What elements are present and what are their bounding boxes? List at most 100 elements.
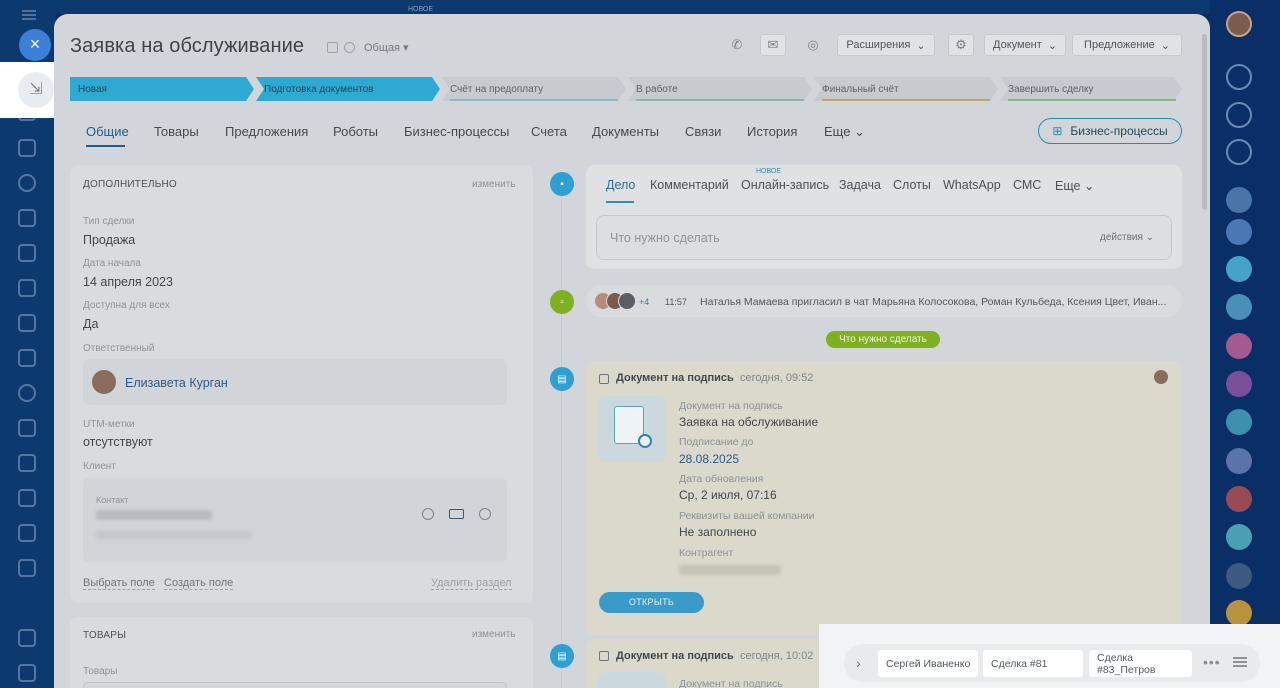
chat-avatar[interactable] <box>1226 333 1252 359</box>
chat-avatar[interactable] <box>1226 294 1252 320</box>
pen-icon[interactable] <box>18 244 36 262</box>
tab-invoices[interactable]: Счета <box>531 124 567 139</box>
activity-tab-booking[interactable]: Онлайн-запись <box>741 178 829 192</box>
tab-proposals[interactable]: Предложения <box>225 124 308 139</box>
more-icon[interactable]: ••• <box>1203 654 1221 670</box>
chat-avatar[interactable] <box>1226 486 1252 512</box>
contact-name-blurred[interactable] <box>96 510 212 520</box>
close-slider-button[interactable]: × <box>19 29 51 61</box>
menu-icon[interactable] <box>22 14 36 16</box>
stage-prepay[interactable]: Счёт на предоплату <box>442 77 626 101</box>
active-tab-underline <box>86 145 125 147</box>
chat-avatar[interactable] <box>1226 409 1252 435</box>
calendar-icon[interactable] <box>18 314 36 332</box>
activity-tab-whatsapp[interactable]: WhatsApp <box>943 178 1001 192</box>
extensions-button[interactable]: Расширения ⌄ <box>837 34 935 56</box>
stage-new[interactable]: Новая <box>70 77 254 101</box>
link-icon[interactable] <box>344 42 355 53</box>
chevron-right-icon[interactable]: › <box>856 655 861 671</box>
create-field-link[interactable]: Создать поле <box>164 577 234 590</box>
card-icon[interactable] <box>18 349 36 367</box>
star-icon[interactable] <box>18 559 36 577</box>
complete-checkbox[interactable] <box>599 374 609 384</box>
chat-avatar[interactable] <box>1226 219 1252 245</box>
avatar[interactable] <box>92 370 116 394</box>
tab-links[interactable]: Связи <box>685 124 721 139</box>
chat-avatar[interactable] <box>1226 371 1252 397</box>
list-icon[interactable] <box>18 489 36 507</box>
open-button[interactable]: ОТКРЫТЬ <box>599 592 704 613</box>
mail-button-icon[interactable]: ✉ <box>760 34 786 56</box>
settings-icon[interactable] <box>18 629 36 647</box>
user-avatar[interactable] <box>1226 11 1252 37</box>
activity-tab-slots[interactable]: Слоты <box>893 178 931 192</box>
edit-title-icon[interactable] <box>327 42 338 53</box>
mail-icon[interactable] <box>18 454 36 472</box>
globe-icon[interactable] <box>18 174 36 192</box>
filter-icon[interactable] <box>18 419 36 437</box>
target-icon[interactable] <box>1226 102 1252 128</box>
list-icon[interactable] <box>1233 657 1247 667</box>
select-field-link[interactable]: Выбрать поле <box>83 577 155 590</box>
apps-icon[interactable] <box>18 664 36 682</box>
activity-tab-comment[interactable]: Комментарий <box>650 178 729 192</box>
magnifier-icon <box>638 434 652 448</box>
edit-section-link[interactable]: изменить <box>472 179 516 190</box>
stage-docs[interactable]: Подготовка документов <box>256 77 440 101</box>
scrollbar[interactable] <box>1202 34 1207 210</box>
sign-date[interactable]: 28.08.2025 <box>679 452 739 466</box>
stage-in-work[interactable]: В работе <box>628 77 812 101</box>
task-item[interactable]: Сергей Иваненко <box>878 650 978 677</box>
tab-business-processes[interactable]: Бизнес-процессы <box>404 124 509 139</box>
actions-label: действия <box>1100 232 1143 243</box>
task-item[interactable]: Сделка #83_Петров <box>1089 650 1192 677</box>
chat-avatar[interactable] <box>1226 256 1252 282</box>
chat-icon[interactable] <box>479 508 491 520</box>
proposal-button[interactable]: Предложение ⌄ <box>1072 34 1182 56</box>
contact-email-blurred <box>96 531 252 539</box>
edit-section-link[interactable]: изменить <box>472 629 516 640</box>
document-icon[interactable] <box>18 209 36 227</box>
chat-avatar[interactable] <box>1226 600 1252 626</box>
chat-avatar[interactable] <box>1226 563 1252 589</box>
task-item[interactable]: Сделка #81 <box>983 650 1083 677</box>
checkbox-icon[interactable] <box>18 279 36 297</box>
document-button[interactable]: Документ ⌄ <box>984 34 1066 56</box>
activity-tab-task[interactable]: Задача <box>839 178 881 192</box>
actions-dropdown[interactable]: действия ⌄ <box>1100 232 1154 243</box>
phone-icon[interactable]: ✆ <box>724 34 750 56</box>
responsible-name-link[interactable]: Елизавета Курган <box>125 376 228 390</box>
activity-tab-sms[interactable]: СМС <box>1013 178 1041 192</box>
tab-robots[interactable]: Роботы <box>333 124 378 139</box>
chat-button-icon[interactable]: ◎ <box>800 34 826 56</box>
business-processes-button[interactable]: ⊞ Бизнес-процессы <box>1038 118 1182 144</box>
tab-history[interactable]: История <box>747 124 797 139</box>
chat-icon[interactable] <box>18 139 36 157</box>
tab-more[interactable]: Еще ⌄ <box>824 124 865 140</box>
chat-avatar[interactable] <box>1226 524 1252 550</box>
activity-tab-todo[interactable]: Дело <box>606 178 635 192</box>
products-field[interactable] <box>83 682 507 688</box>
category-selector[interactable]: Общая ▾ <box>364 41 409 54</box>
robot-icon[interactable] <box>18 384 36 402</box>
document-timeline-icon: ▤ <box>550 367 574 391</box>
phone-icon[interactable] <box>422 508 434 520</box>
stage-final-invoice[interactable]: Финальный счёт <box>814 77 998 101</box>
tab-general[interactable]: Общие <box>86 124 129 139</box>
tab-products[interactable]: Товары <box>154 124 199 139</box>
chat-avatar[interactable] <box>1226 448 1252 474</box>
complete-checkbox[interactable] <box>599 651 609 661</box>
stage-close-deal[interactable]: Завершить сделку <box>1000 77 1182 101</box>
delete-section-link[interactable]: Удалить раздел <box>431 577 512 590</box>
participants-count: +4 <box>639 297 650 307</box>
activity-tab-more[interactable]: Еще ⌄ <box>1055 178 1094 193</box>
bell-icon[interactable] <box>1226 64 1252 90</box>
search-icon[interactable] <box>1226 139 1252 165</box>
gear-icon[interactable]: ⚙ <box>948 34 974 56</box>
mail-icon[interactable] <box>449 509 464 519</box>
tab-documents[interactable]: Документы <box>592 124 659 139</box>
contact-label: Контакт <box>96 495 129 505</box>
document-icon <box>598 672 666 688</box>
grid-icon[interactable] <box>18 524 36 542</box>
chat-avatar[interactable] <box>1226 187 1252 213</box>
